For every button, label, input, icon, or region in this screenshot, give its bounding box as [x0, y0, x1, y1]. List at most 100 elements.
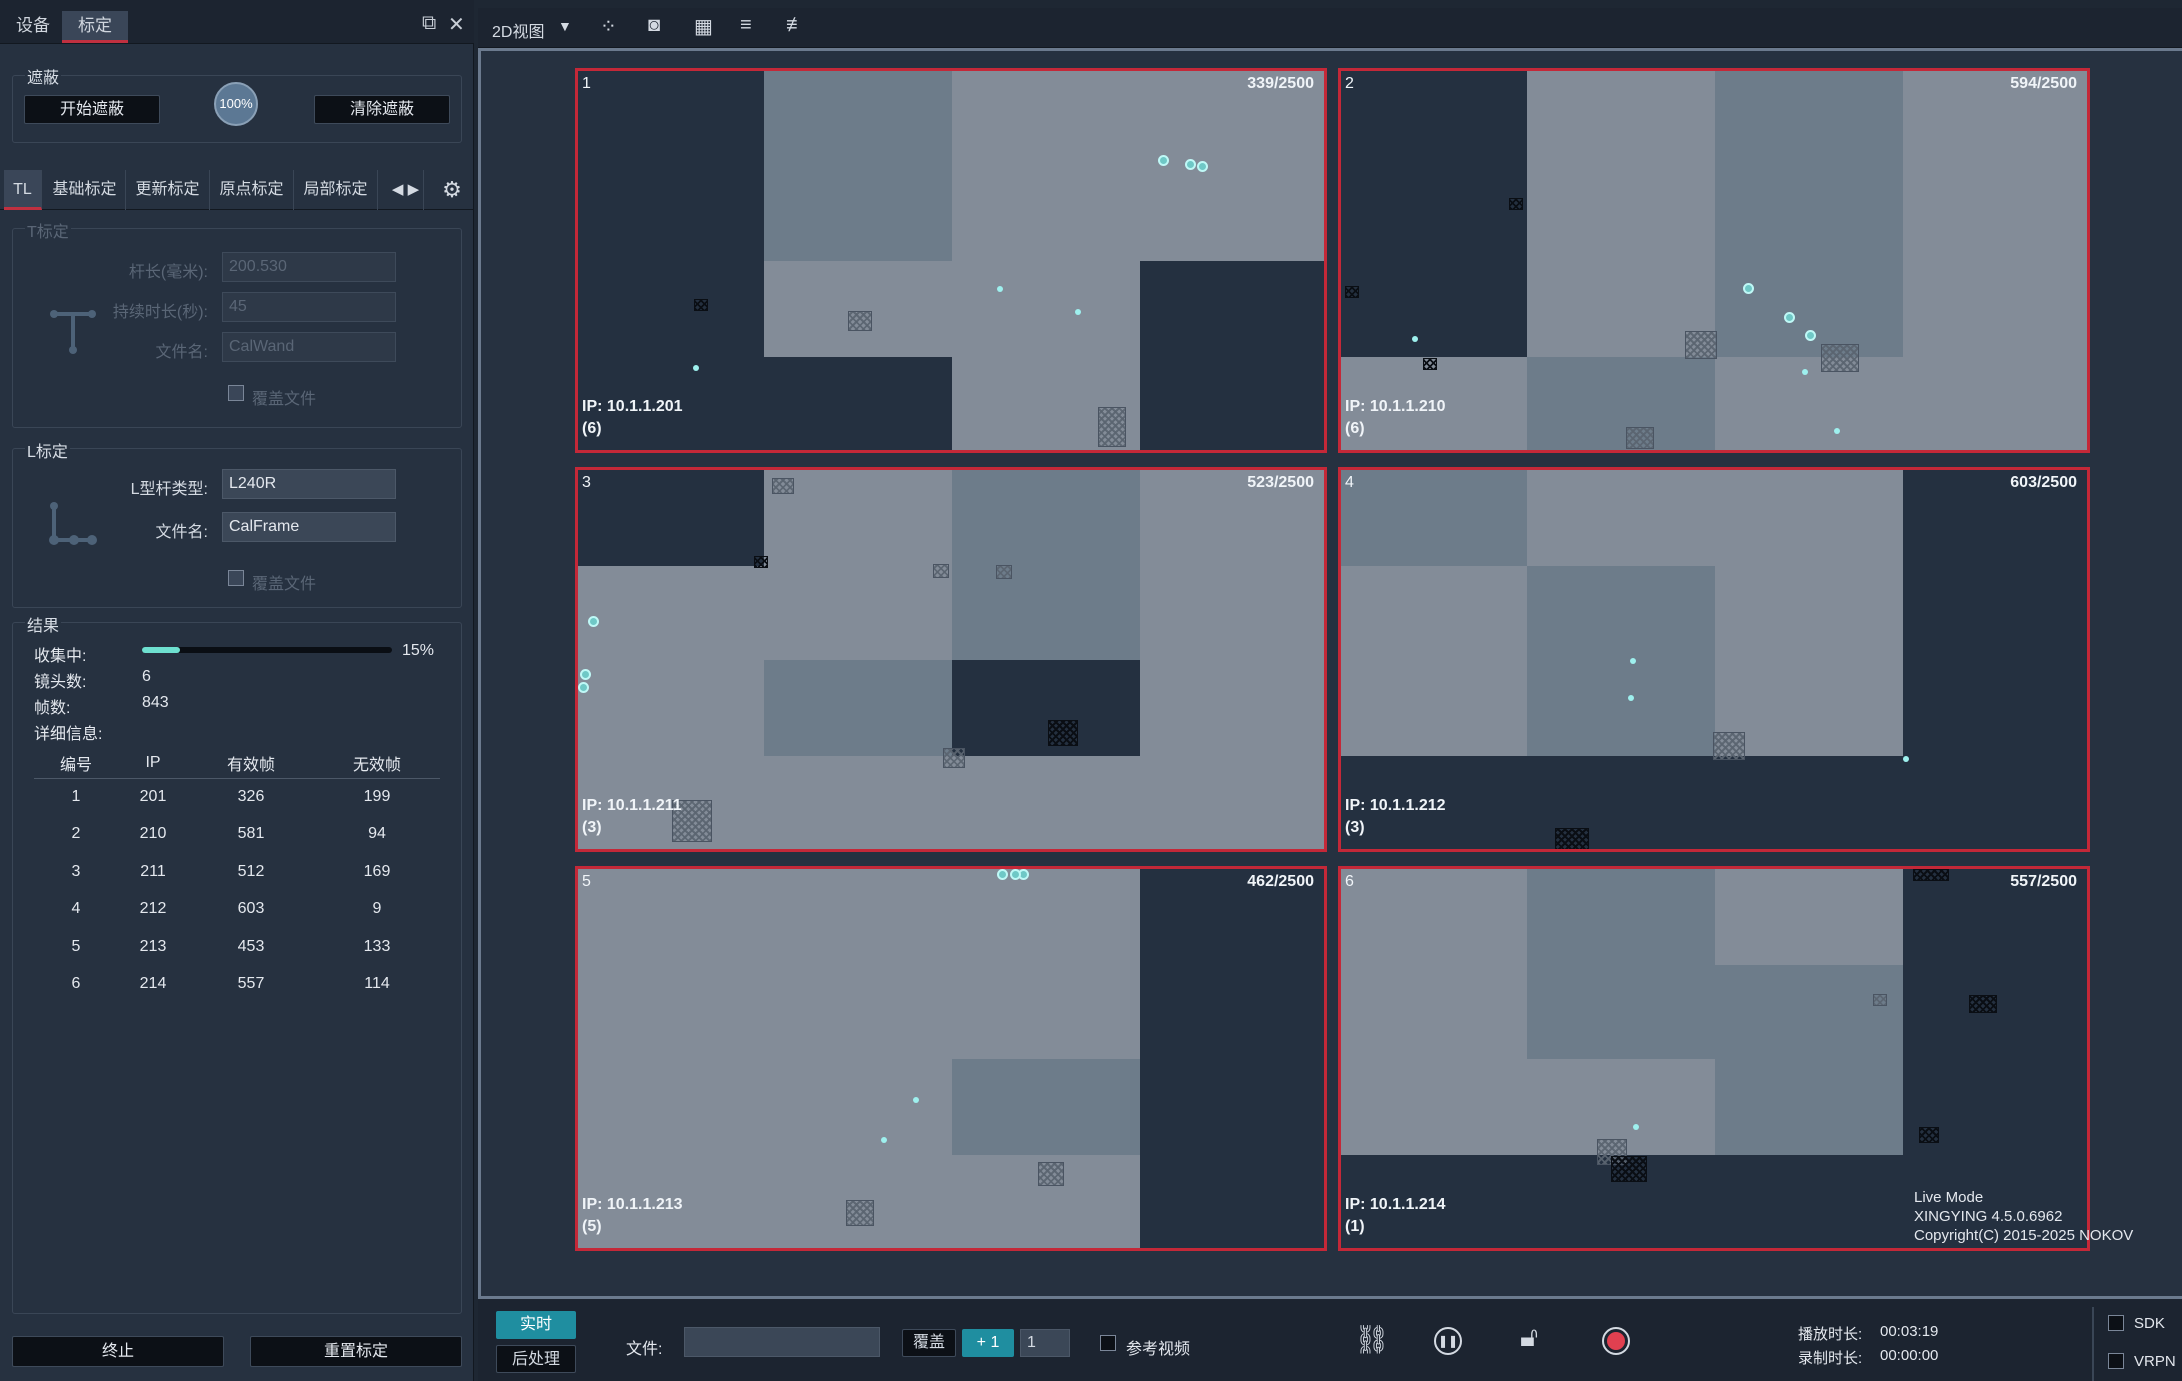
plus-one-button[interactable]: + 1	[962, 1329, 1014, 1357]
version-info: Live Mode XINGYING 4.5.0.6962 Copyright(…	[1914, 1188, 2133, 1245]
table-cell: 213	[139, 937, 167, 955]
col-valid: 有效帧	[188, 748, 314, 779]
subtab-update[interactable]: 更新标定	[126, 170, 210, 210]
view-toolbar: 2D视图 ▼ ⁘ ◙ ▦ ≡ ≢	[478, 8, 2182, 48]
reference-video-checkbox[interactable]	[1100, 1335, 1116, 1351]
table-row: 4 212 603 9	[34, 891, 440, 929]
mask-region	[1345, 286, 1359, 298]
image-region	[1341, 869, 1527, 1155]
mask-region	[1509, 198, 1523, 210]
image-region	[1527, 566, 1715, 756]
col-invalid: 无效帧	[314, 748, 440, 779]
image-region	[1341, 470, 1527, 566]
close-icon[interactable]: ✕	[448, 12, 465, 37]
camera-view-3[interactable]: 3 523/2500 IP: 10.1.1.211 (3)	[575, 467, 1327, 852]
pause-icon[interactable]: ❚❚	[1434, 1327, 1462, 1355]
image-region	[1527, 71, 1715, 357]
record-icon[interactable]	[1602, 1327, 1630, 1355]
stop-button[interactable]: 终止	[12, 1336, 224, 1367]
table-cell: 581	[237, 825, 265, 843]
wand-length-input[interactable]: 200.530	[222, 252, 396, 282]
mask-region	[1685, 331, 1717, 359]
mask-region	[1919, 1127, 1939, 1143]
image-region	[1527, 470, 1715, 566]
file-label: 文件:	[626, 1341, 663, 1358]
camera-ip: IP: 10.1.1.210	[1345, 398, 1446, 415]
l-type-select[interactable]: L240R	[222, 469, 396, 499]
frame-counter: 594/2500	[2010, 75, 2077, 92]
calibration-panel: 设备 标定 ⧉ ✕ 遮蔽 开始遮蔽 100% 清除遮蔽 TL 基础标定 更新标定…	[0, 0, 474, 1381]
tab-devices[interactable]: 设备	[0, 11, 66, 43]
camera-view-4[interactable]: 4 603/2500 IP: 10.1.1.212 (3)	[1338, 467, 2090, 852]
camera-view-5[interactable]: 5 462/2500 IP: 10.1.1.213 (5)	[575, 866, 1327, 1251]
file-input[interactable]	[684, 1327, 880, 1357]
subtab-local[interactable]: 局部标定	[294, 170, 378, 210]
chevron-nav-icon[interactable]: ◀ ▶	[388, 170, 424, 210]
settings-lines-icon[interactable]: ≢	[786, 14, 806, 37]
collecting-label: 收集中:	[34, 648, 87, 665]
frames-label: 帧数:	[34, 700, 71, 717]
unlock-icon[interactable]: 🔓︎	[1520, 1321, 1538, 1354]
view-mode-select[interactable]: 2D视图	[492, 18, 544, 42]
marker-point	[1743, 283, 1754, 294]
link-icon[interactable]: ⛓	[1354, 1323, 1390, 1356]
subtab-origin[interactable]: 原点标定	[210, 170, 294, 210]
camera-number: 2	[1345, 75, 1354, 92]
reset-calibration-button[interactable]: 重置标定	[250, 1336, 462, 1367]
vrpn-checkbox[interactable]	[2108, 1353, 2124, 1369]
l-overwrite-checkbox[interactable]	[228, 570, 244, 586]
duration-input[interactable]: 45	[222, 292, 396, 322]
marker-point	[1010, 869, 1021, 880]
frame-counter: 557/2500	[2010, 873, 2077, 890]
mask-region	[1611, 1156, 1647, 1182]
marker-point	[1834, 428, 1840, 434]
list-icon[interactable]: ≡	[740, 14, 752, 37]
image-region	[578, 1059, 952, 1248]
image-region	[952, 261, 1140, 357]
image-region	[1715, 357, 1903, 450]
overwrite-button[interactable]: 覆盖	[902, 1329, 956, 1357]
table-cell: 212	[139, 900, 167, 918]
camera-number: 1	[582, 75, 591, 92]
marker-point	[1185, 159, 1196, 170]
float-icon[interactable]: ⧉	[422, 12, 436, 35]
panel-tabs: 设备 标定 ⧉ ✕	[0, 0, 474, 44]
subtab-tl[interactable]: TL	[4, 170, 42, 210]
mask-title: 遮蔽	[25, 64, 62, 88]
collecting-progress	[142, 647, 392, 653]
t-overwrite-checkbox[interactable]	[228, 385, 244, 401]
result-table: 编号 IP 有效帧 无效帧 1 201 326 199 2 210 581 94 3 211 512…	[34, 748, 440, 1003]
table-cell: 453	[237, 937, 265, 955]
step-spinbox[interactable]: 1	[1020, 1329, 1070, 1357]
camera-view-2[interactable]: 2 594/2500 IP: 10.1.1.210 (6)	[1338, 68, 2090, 453]
t-file-input[interactable]: CalWand	[222, 332, 396, 362]
mask-region	[694, 299, 708, 311]
vrpn-label: VRPN	[2134, 1353, 2176, 1370]
marker-point	[578, 682, 589, 693]
tab-calibration[interactable]: 标定	[62, 11, 128, 43]
camera-icon[interactable]: ◙	[648, 14, 660, 37]
image-region	[764, 71, 952, 261]
play-duration-value: 00:03:19	[1880, 1323, 1939, 1340]
chevron-down-icon[interactable]: ▼	[558, 18, 572, 34]
marker-point	[1903, 756, 1909, 762]
marker-point	[1805, 330, 1816, 341]
table-cell: 557	[237, 975, 265, 993]
start-mask-button[interactable]: 开始遮蔽	[24, 95, 160, 124]
table-cell: 114	[364, 975, 390, 993]
grid-icon[interactable]: ▦	[694, 14, 713, 39]
subtab-basic[interactable]: 基础标定	[44, 170, 126, 210]
post-process-button[interactable]: 后处理	[496, 1345, 576, 1373]
realtime-button[interactable]: 实时	[496, 1311, 576, 1339]
marker-count: (3)	[582, 819, 602, 836]
markers-icon[interactable]: ⁘	[600, 14, 617, 39]
table-cell: 199	[363, 788, 391, 805]
mask-region	[754, 556, 768, 568]
mask-region	[1423, 358, 1437, 370]
clear-mask-button[interactable]: 清除遮蔽	[314, 95, 450, 124]
mask-region	[846, 1200, 874, 1226]
sdk-checkbox[interactable]	[2108, 1315, 2124, 1331]
gear-icon[interactable]: ⚙	[436, 170, 468, 210]
l-file-input[interactable]: CalFrame	[222, 512, 396, 542]
camera-view-1[interactable]: 1 339/2500 IP: 10.1.1.201 (6)	[575, 68, 1327, 453]
